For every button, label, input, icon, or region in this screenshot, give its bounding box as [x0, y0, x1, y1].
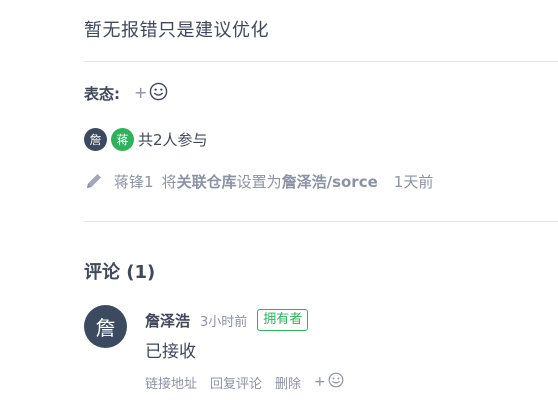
comment-body: 已接收 [145, 342, 196, 362]
plus-icon: + [314, 374, 326, 390]
reply-button[interactable]: 回复评论 [210, 373, 262, 392]
comments-title: 评论 (1) [84, 262, 156, 283]
activity-field: 关联仓库 [176, 172, 237, 191]
issue-detail-panel: 暂无报错只是建议优化 表态: + 詹 蒋 共2人参与 蒋锋1 将 关联仓库 设置… [0, 0, 558, 400]
avatar[interactable]: 詹 [84, 305, 127, 348]
comment-header: 詹泽浩 3小时前 拥有者 [145, 308, 309, 332]
divider [84, 221, 558, 222]
reactions-row: 表态: + [84, 82, 168, 104]
activity-actor[interactable]: 蒋锋1 [114, 171, 154, 192]
issue-description: 暂无报错只是建议优化 [84, 20, 269, 41]
comment-time: 3小时前 [200, 314, 248, 330]
participants-summary: 共2人参与 [138, 130, 208, 149]
activity-target[interactable]: 詹泽浩/sorce [282, 171, 378, 192]
activity-log-entry: 蒋锋1 将 关联仓库 设置为 詹泽浩/sorce 1天前 [84, 170, 433, 192]
copy-link-button[interactable]: 链接地址 [145, 373, 197, 392]
add-reaction-button[interactable]: + [134, 82, 168, 105]
comment-actions: 链接地址 回复评论 删除 + [145, 372, 344, 392]
comment-author[interactable]: 詹泽浩 [145, 310, 190, 331]
owner-badge: 拥有者 [257, 309, 309, 331]
smiley-icon [328, 372, 344, 392]
activity-time: 1天前 [393, 172, 434, 191]
plus-icon: + [134, 83, 148, 102]
participants-row: 詹 蒋 共2人参与 [84, 127, 208, 151]
avatar[interactable]: 蒋 [111, 127, 134, 151]
activity-action-prefix: 将 [161, 172, 177, 191]
activity-action-mid: 设置为 [236, 172, 282, 191]
delete-button[interactable]: 删除 [275, 373, 301, 392]
divider [84, 61, 558, 62]
smiley-icon [149, 82, 168, 105]
avatar[interactable]: 詹 [84, 127, 107, 151]
pencil-icon [84, 171, 104, 191]
add-reaction-button[interactable]: + [314, 372, 344, 392]
reactions-label: 表态: [84, 84, 120, 103]
